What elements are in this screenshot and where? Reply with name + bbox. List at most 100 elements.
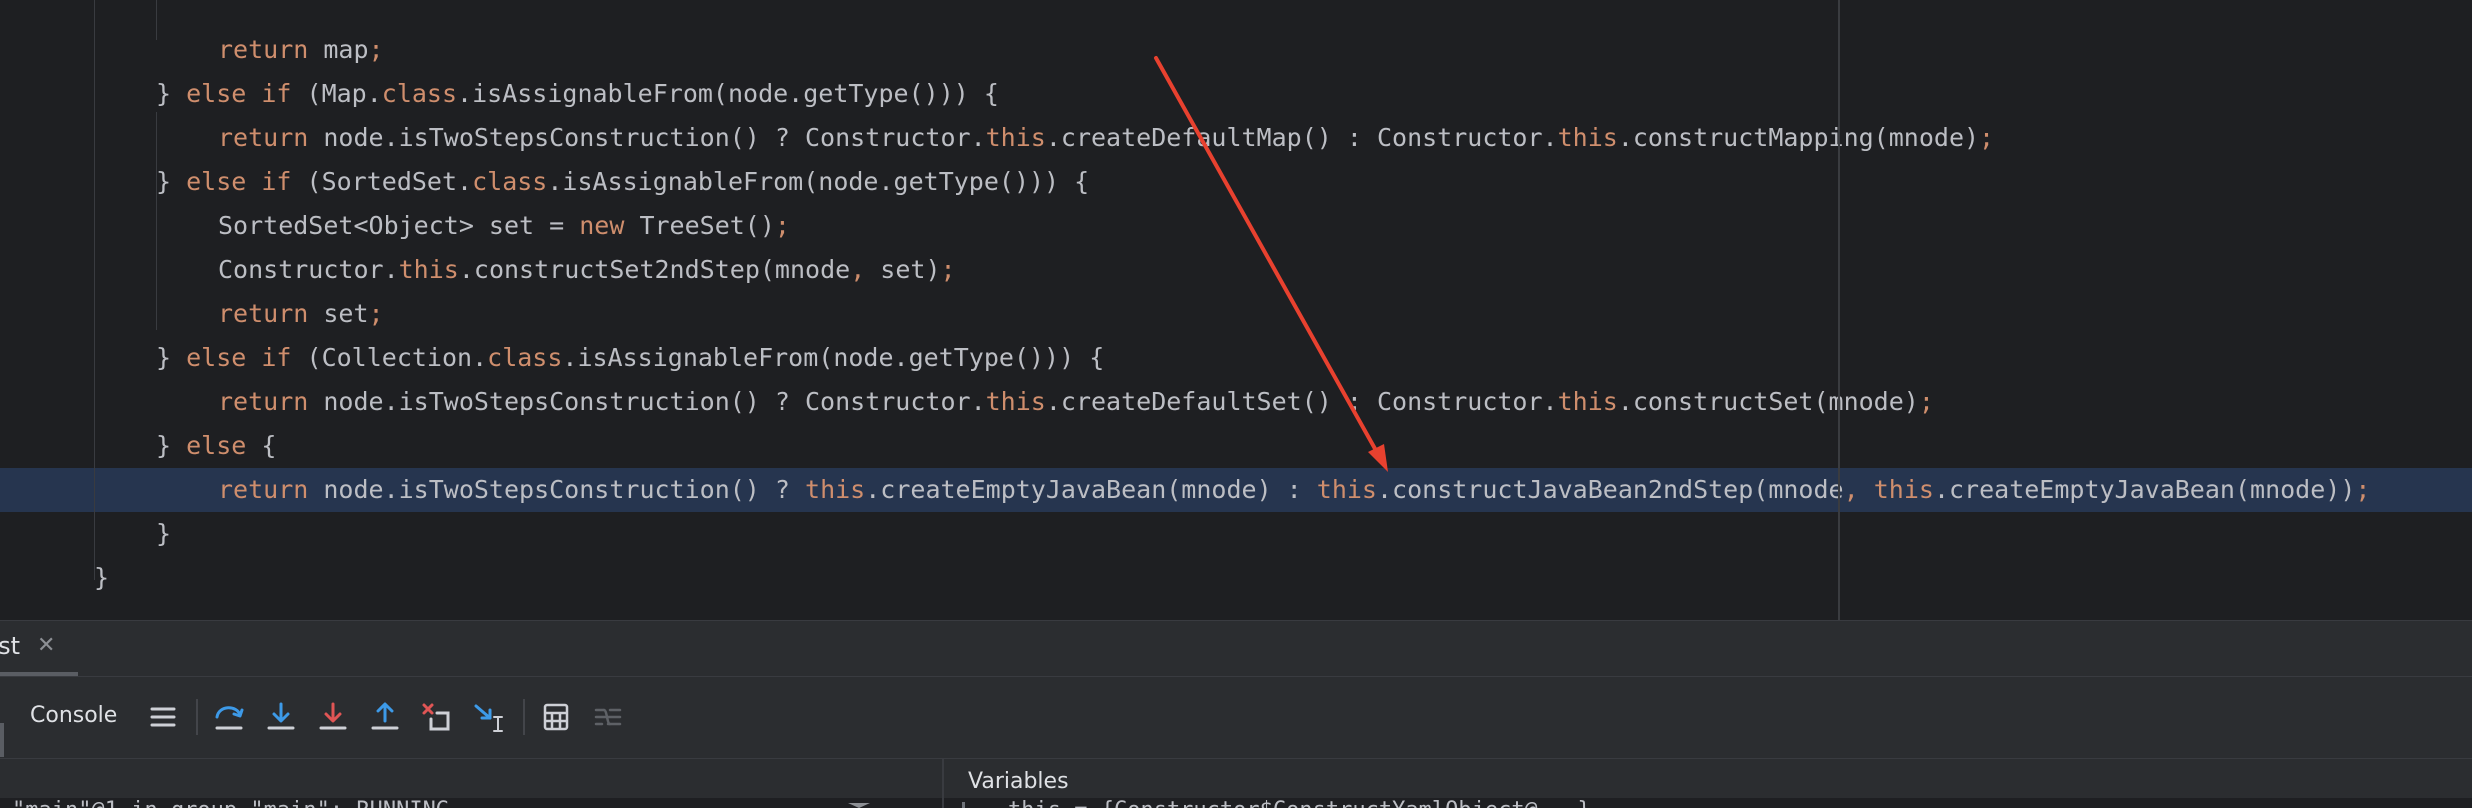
- code-line-text: return node.isTwoStepsConstruction() ? C…: [218, 116, 1994, 160]
- code-line-text: return set;: [218, 292, 384, 336]
- code-token: }: [156, 519, 172, 548]
- code-token: }: [156, 431, 187, 460]
- keyword-token: ;: [368, 299, 384, 328]
- code-line[interactable]: } else if (Collection.class.isAssignable…: [0, 336, 2472, 380]
- code-token: SortedSet<Object> set =: [218, 211, 580, 240]
- thread-selector-text: "main"@1 in group "main": RUNNING: [12, 798, 832, 808]
- keyword-token: return: [218, 475, 309, 504]
- code-editor[interactable]: return map;} else if (Map.class.isAssign…: [0, 0, 2472, 620]
- tab-test[interactable]: Test ✕: [0, 621, 78, 676]
- code-line-text: } else {: [156, 424, 276, 468]
- code-line[interactable]: return map;: [0, 28, 2472, 72]
- keyword-token: return: [218, 299, 309, 328]
- code-line[interactable]: }: [0, 556, 2472, 600]
- right-margin-guide: [1838, 0, 1840, 620]
- keyword-token: class: [472, 167, 548, 196]
- chevron-down-icon[interactable]: [848, 803, 870, 808]
- keyword-token: ;: [2355, 475, 2371, 504]
- console-tab-marker: [0, 723, 4, 757]
- code-token: node.isTwoStepsConstruction() ? Construc…: [308, 387, 986, 416]
- code-line-text: SortedSet<Object> set = new TreeSet();: [218, 204, 790, 248]
- code-line[interactable]: }: [0, 512, 2472, 556]
- keyword-token: else: [186, 431, 247, 460]
- keyword-token: ,: [850, 255, 866, 284]
- code-token: }: [156, 79, 187, 108]
- debug-toolbar: Console: [0, 676, 2472, 758]
- code-token: .isAssignableFrom(node.getType())) {: [547, 167, 1090, 196]
- code-line-text: return map;: [218, 28, 384, 72]
- code-token: .constructJavaBean2ndStep(mnode: [1377, 475, 1844, 504]
- ide-window: return map;} else if (Map.class.isAssign…: [0, 0, 2472, 808]
- code-token: set: [308, 299, 369, 328]
- keyword-token: else if: [186, 343, 292, 372]
- code-token: .constructSet2ndStep(mnode: [458, 255, 851, 284]
- code-line-text: } else if (SortedSet.class.isAssignableF…: [156, 160, 1089, 204]
- code-line[interactable]: SortedSet<Object> set = new TreeSet();: [0, 204, 2472, 248]
- step-out-icon[interactable]: [365, 697, 405, 737]
- code-token: TreeSet(): [624, 211, 775, 240]
- variable-row-text: this = {Constructor$ConstructYamlObject@…: [1008, 798, 2448, 808]
- keyword-token: else if: [186, 79, 292, 108]
- keyword-token: return: [218, 123, 309, 152]
- code-token: .constructMapping(mnode): [1617, 123, 1980, 152]
- keyword-token: this: [985, 387, 1046, 416]
- code-token: }: [156, 167, 187, 196]
- tab-console[interactable]: Console: [0, 677, 140, 758]
- keyword-token: this: [398, 255, 459, 284]
- code-line-text: Constructor.this.constructSet2ndStep(mno…: [218, 248, 956, 292]
- tab-test-label: Test: [0, 632, 20, 660]
- toolbar-separator: [523, 699, 525, 735]
- code-token: node.isTwoStepsConstruction() ?: [308, 475, 806, 504]
- keyword-token: ;: [940, 255, 956, 284]
- keyword-token: this: [985, 123, 1046, 152]
- code-line[interactable]: return node.isTwoStepsConstruction() ? C…: [0, 380, 2472, 424]
- indent-guide: [94, 0, 95, 580]
- toolbar-separator: [196, 699, 198, 735]
- code-line[interactable]: Constructor.this.constructSet2ndStep(mno…: [0, 248, 2472, 292]
- code-line[interactable]: } else if (Map.class.isAssignableFrom(no…: [0, 72, 2472, 116]
- step-into-icon[interactable]: [261, 697, 301, 737]
- code-token: }: [94, 563, 110, 592]
- layout-list-icon[interactable]: [143, 697, 183, 737]
- code-token: .constructSet(mnode): [1617, 387, 1919, 416]
- indent-guide: [156, 0, 157, 40]
- keyword-token: this: [805, 475, 866, 504]
- code-token: .createDefaultMap() : Constructor.: [1045, 123, 1558, 152]
- code-token: .isAssignableFrom(node.getType())) {: [457, 79, 999, 108]
- code-line[interactable]: return node.isTwoStepsConstruction() ? t…: [0, 468, 2472, 512]
- step-over-icon[interactable]: [209, 697, 249, 737]
- code-line[interactable]: } else if (SortedSet.class.isAssignableF…: [0, 160, 2472, 204]
- code-token: .createEmptyJavaBean(mnode)): [1933, 475, 2356, 504]
- code-line-text: }: [156, 512, 171, 556]
- code-line-text: } else if (Map.class.isAssignableFrom(no…: [156, 72, 999, 116]
- code-token: .isAssignableFrom(node.getType())) {: [562, 343, 1105, 372]
- code-token: (Map.: [291, 79, 382, 108]
- variables-toolbar-marker: [962, 802, 965, 808]
- drop-frame-icon[interactable]: [417, 697, 457, 737]
- keyword-token: return: [218, 387, 309, 416]
- keyword-token: ;: [1918, 387, 1934, 416]
- keyword-token: ;: [368, 35, 384, 64]
- keyword-token: this: [1557, 387, 1618, 416]
- code-token: .createDefaultSet() : Constructor.: [1045, 387, 1558, 416]
- tool-window-tabbar: Test ✕: [0, 620, 2472, 676]
- run-to-cursor-icon[interactable]: [469, 697, 509, 737]
- code-token: {: [246, 431, 277, 460]
- code-line[interactable]: } else {: [0, 424, 2472, 468]
- code-line[interactable]: return set;: [0, 292, 2472, 336]
- code-token: (Collection.: [291, 343, 488, 372]
- code-token: .createEmptyJavaBean(mnode) :: [865, 475, 1317, 504]
- code-token: node.isTwoStepsConstruction() ? Construc…: [308, 123, 986, 152]
- evaluate-expression-icon[interactable]: [536, 697, 576, 737]
- keyword-token: else if: [186, 167, 292, 196]
- force-step-into-icon[interactable]: [313, 697, 353, 737]
- keyword-token: ;: [774, 211, 790, 240]
- keyword-token: this: [1557, 123, 1618, 152]
- close-icon[interactable]: ✕: [37, 632, 55, 660]
- code-line[interactable]: return node.isTwoStepsConstruction() ? C…: [0, 116, 2472, 160]
- keyword-token: ,: [1843, 475, 1859, 504]
- keyword-token: this: [1316, 475, 1377, 504]
- code-token: Constructor.: [218, 255, 399, 284]
- keyword-token: class: [487, 343, 563, 372]
- code-token: (SortedSet.: [291, 167, 473, 196]
